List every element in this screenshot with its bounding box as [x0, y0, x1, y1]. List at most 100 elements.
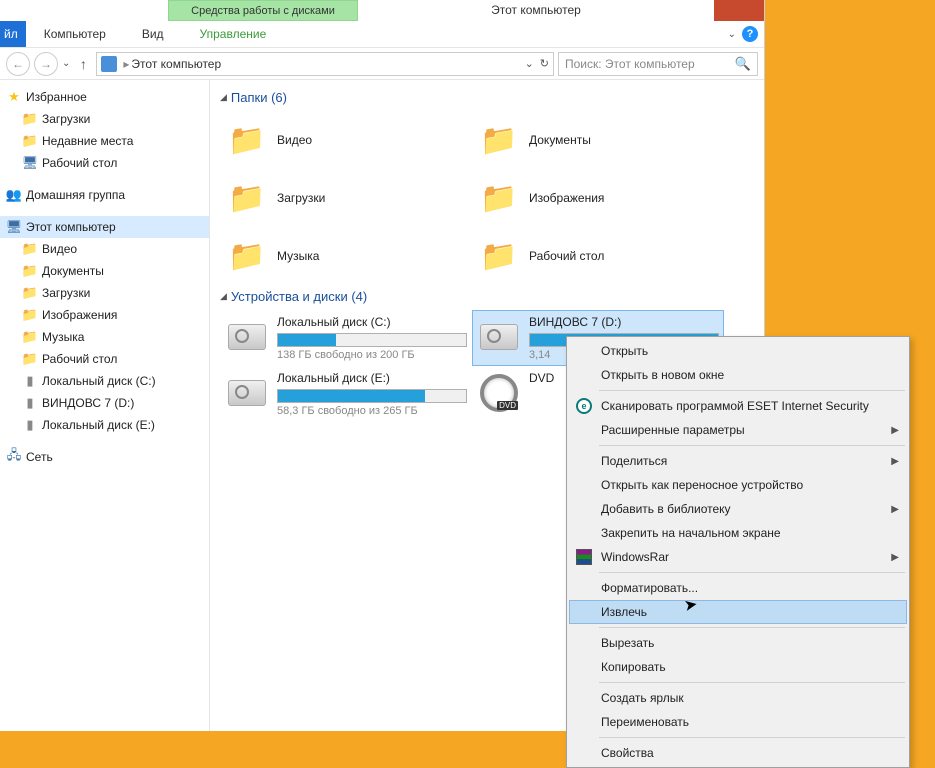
menu-item-label: Открыть как переносное устройство [601, 478, 803, 492]
folder-label: Музыка [277, 249, 319, 263]
chevron-right-icon: ▸ [123, 57, 129, 71]
menu-item-label: Извлечь [601, 605, 647, 619]
menu-item[interactable]: Закрепить на начальном экране [569, 521, 907, 545]
menu-item-label: Сканировать программой ESET Internet Sec… [601, 399, 869, 413]
capacity-bar [277, 389, 467, 403]
this-pc-header[interactable]: 🖥Этот компьютер [0, 216, 209, 238]
sidebar-item-desktop[interactable]: 🖥Рабочий стол [0, 152, 209, 174]
menu-separator [599, 682, 905, 683]
history-dropdown-icon[interactable]: ⌄ [62, 58, 70, 69]
folder-icon: 📁 [225, 176, 269, 220]
menu-item[interactable]: Свойства [569, 741, 907, 765]
folder-icon: 📁 [225, 234, 269, 278]
forward-button[interactable]: → [34, 52, 58, 76]
drive-name: Локальный диск (E:) [277, 371, 467, 385]
search-placeholder: Поиск: Этот компьютер [565, 57, 695, 71]
breadcrumb[interactable]: ▸ Этот компьютер ⌄ ↻ [96, 52, 554, 76]
address-bar: ← → ⌄ ↑ ▸ Этот компьютер ⌄ ↻ Поиск: Этот… [0, 48, 764, 80]
menu-item-label: Расширенные параметры [601, 423, 745, 437]
sidebar-item-drive-e[interactable]: ▮Локальный диск (E:) [0, 414, 209, 436]
menu-item[interactable]: Расширенные параметры▶ [569, 418, 907, 442]
star-icon: ★ [6, 89, 22, 105]
drive-tile[interactable]: Локальный диск (C:)138 ГБ свободно из 20… [220, 310, 472, 366]
sidebar-item-desktop2[interactable]: 📁Рабочий стол [0, 348, 209, 370]
menu-item[interactable]: Поделиться▶ [569, 449, 907, 473]
menu-item[interactable]: Переименовать [569, 710, 907, 734]
eset-icon: e [575, 397, 593, 415]
search-icon: 🔍 [735, 56, 751, 72]
menu-item-label: Создать ярлык [601, 691, 684, 705]
menu-item[interactable]: Вырезать [569, 631, 907, 655]
close-button[interactable] [714, 0, 764, 21]
homegroup-header[interactable]: 👥Домашняя группа [0, 184, 209, 206]
drive-tile[interactable]: Локальный диск (E:)58,3 ГБ свободно из 2… [220, 366, 472, 422]
menu-item[interactable]: WindowsRar▶ [569, 545, 907, 569]
help-icon[interactable]: ? [742, 26, 758, 42]
menu-item-label: Форматировать... [601, 581, 698, 595]
submenu-arrow-icon: ▶ [891, 552, 899, 563]
folder-label: Рабочий стол [529, 249, 604, 263]
menu-item[interactable]: Открыть как переносное устройство [569, 473, 907, 497]
menu-item[interactable]: Создать ярлык [569, 686, 907, 710]
network-header[interactable]: 🖧Сеть [0, 446, 209, 468]
dropdown-icon[interactable]: ⌄ [525, 57, 534, 70]
menu-item[interactable]: Открыть в новом окне [569, 363, 907, 387]
folder-tile[interactable]: 📁 Загрузки [220, 169, 472, 227]
menu-item-label: Свойства [601, 746, 654, 760]
menu-separator [599, 737, 905, 738]
manage-tab[interactable]: Управление [182, 21, 285, 48]
folder-label: Загрузки [277, 191, 325, 205]
homegroup-icon: 👥 [6, 187, 22, 203]
expand-ribbon-icon[interactable]: ⌄ [728, 29, 736, 40]
drive-icon: ▮ [22, 395, 38, 411]
folder-icon: 📁 [22, 263, 38, 279]
computer-tab[interactable]: Компьютер [26, 21, 124, 48]
context-menu: Открыть Открыть в новом окне e Сканировать … [566, 336, 910, 768]
sidebar-item-recent[interactable]: 📁Недавние места [0, 130, 209, 152]
menu-separator [599, 390, 905, 391]
folder-tile[interactable]: 📁Видео [220, 111, 472, 169]
menu-item[interactable]: Открыть [569, 339, 907, 363]
menu-item-label: Открыть [601, 344, 648, 358]
menu-item-label: Добавить в библиотеку [601, 502, 731, 516]
view-tab[interactable]: Вид [124, 21, 182, 48]
folder-icon: 📁 [477, 176, 521, 220]
menu-item[interactable]: Форматировать... [569, 576, 907, 600]
back-button[interactable]: ← [6, 52, 30, 76]
search-input[interactable]: Поиск: Этот компьютер 🔍 [558, 52, 758, 76]
folder-tile[interactable]: 📁 Музыка [220, 227, 472, 285]
network-icon: 🖧 [6, 449, 22, 465]
menu-item-label: Переименовать [601, 715, 689, 729]
menu-item[interactable]: e Сканировать программой ESET Internet Se… [569, 394, 907, 418]
sidebar-item-video[interactable]: 📁Видео [0, 238, 209, 260]
refresh-icon[interactable]: ↻ [540, 57, 549, 70]
up-button[interactable]: ↑ [74, 55, 92, 73]
menu-item[interactable]: Копировать [569, 655, 907, 679]
sidebar-item-music[interactable]: 📁Музыка [0, 326, 209, 348]
contextual-tab-label: Средства работы с дисками [168, 0, 358, 21]
sidebar-item-downloads[interactable]: 📁Загрузки [0, 108, 209, 130]
sidebar-item-pictures[interactable]: 📁Изображения [0, 304, 209, 326]
sidebar-item-drive-d[interactable]: ▮ВИНДОВС 7 (D:) [0, 392, 209, 414]
menu-item[interactable]: Добавить в библиотеку▶ [569, 497, 907, 521]
file-tab[interactable]: йл [0, 21, 26, 47]
favorites-header[interactable]: ★Избранное [0, 86, 209, 108]
folder-tile[interactable]: 📁Документы [472, 111, 724, 169]
sidebar-item-drive-c[interactable]: ▮Локальный диск (C:) [0, 370, 209, 392]
folder-label: Документы [529, 133, 591, 147]
folders-section-header[interactable]: ◢Папки (6) [220, 90, 754, 105]
navigation-pane: ★Избранное 📁Загрузки 📁Недавние места 🖥Ра… [0, 80, 210, 731]
submenu-arrow-icon: ▶ [891, 456, 899, 467]
folder-tile[interactable]: 📁Рабочий стол [472, 227, 724, 285]
folder-label: Изображения [529, 191, 604, 205]
sidebar-item-downloads2[interactable]: 📁Загрузки [0, 282, 209, 304]
folder-icon: 📁 [22, 329, 38, 345]
sidebar-item-documents[interactable]: 📁Документы [0, 260, 209, 282]
folder-icon: 📁 [22, 111, 38, 127]
collapse-icon: ◢ [220, 92, 227, 103]
menu-item[interactable]: Извлечь [569, 600, 907, 624]
folder-tile[interactable]: 📁 Изображения [472, 169, 724, 227]
desktop-icon: 🖥 [22, 155, 38, 171]
menu-separator [599, 445, 905, 446]
drives-section-header[interactable]: ◢Устройства и диски (4) [220, 289, 754, 304]
